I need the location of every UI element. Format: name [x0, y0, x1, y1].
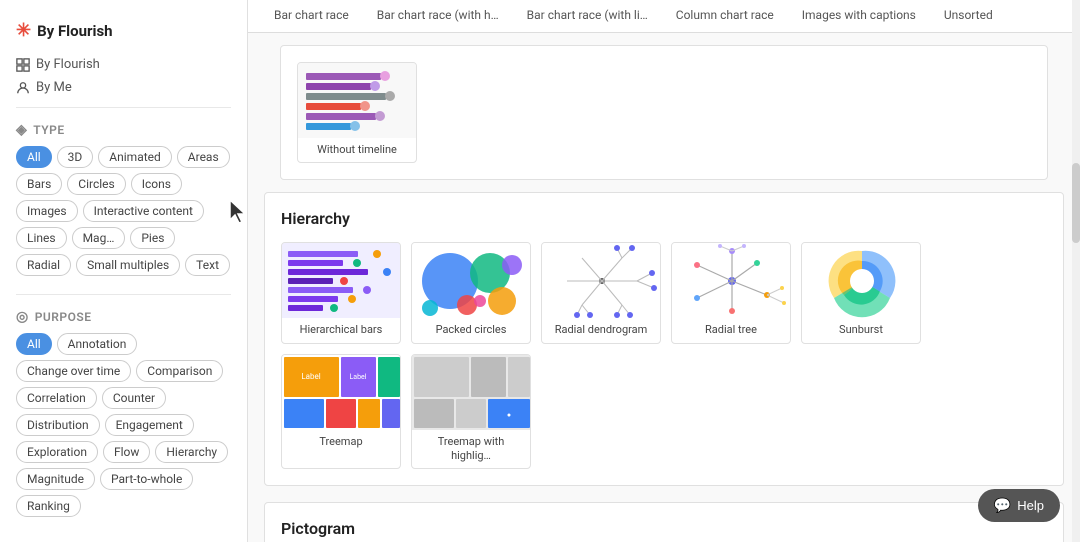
- type-tag-icons[interactable]: Icons: [131, 173, 182, 195]
- template-treemap-highlight[interactable]: ● Treemap with highlig…: [411, 354, 531, 470]
- hierarchy-section: Hierarchy: [264, 192, 1064, 486]
- purpose-tag-exploration[interactable]: Exploration: [16, 441, 98, 463]
- help-button[interactable]: 💬 Help: [978, 489, 1060, 522]
- template-sunburst[interactable]: Sunburst: [801, 242, 921, 343]
- thumb-packed-circles: [412, 243, 531, 318]
- flourish-logo[interactable]: ✳ By Flourish: [16, 20, 231, 41]
- type-filter-tags: All 3D Animated Areas Bars Circles Icons…: [16, 146, 231, 276]
- type-tag-pies[interactable]: Pies: [130, 227, 175, 249]
- purpose-tag-all[interactable]: All: [16, 333, 52, 355]
- template-thumb-without-timeline: [298, 63, 417, 138]
- purpose-filter-tags: All Annotation Change over time Comparis…: [16, 333, 231, 517]
- by-me-label: By Me: [36, 80, 72, 95]
- main-content: Bar chart race Bar chart race (with h… B…: [248, 0, 1080, 542]
- template-radial-dendrogram[interactable]: Radial dendrogram: [541, 242, 661, 343]
- nav-by-flourish[interactable]: By Flourish: [0, 53, 247, 76]
- top-section: Without timeline: [280, 45, 1048, 180]
- template-hierarchical-bars[interactable]: Hierarchical bars: [281, 242, 401, 343]
- hierarchy-title: Hierarchy: [281, 209, 1047, 228]
- type-tag-circles[interactable]: Circles: [67, 173, 125, 195]
- purpose-tag-magnitude[interactable]: Magnitude: [16, 468, 95, 490]
- type-tag-small-multiples[interactable]: Small multiples: [76, 254, 180, 276]
- tab-images-with-captions[interactable]: Images with captions: [788, 0, 930, 32]
- app-container: ✳ By Flourish By Flourish By Me ◈ Type A…: [0, 0, 1080, 542]
- thumb-treemap: Label Label: [282, 355, 401, 430]
- user-icon: [16, 81, 30, 95]
- help-icon: 💬: [994, 497, 1011, 514]
- tab-bar-chart-race[interactable]: Bar chart race: [260, 0, 363, 32]
- tab-bar-chart-race-h[interactable]: Bar chart race (with h…: [363, 0, 513, 32]
- thumb-radial-tree: [672, 243, 791, 318]
- purpose-tag-part-to-whole[interactable]: Part-to-whole: [100, 468, 193, 490]
- scrollbar-track: [1072, 0, 1080, 542]
- top-tabs-bar: Bar chart race Bar chart race (with h… B…: [248, 0, 1080, 33]
- tab-unsorted[interactable]: Unsorted: [930, 0, 1007, 32]
- label-hierarchical-bars: Hierarchical bars: [282, 318, 400, 342]
- template-without-timeline[interactable]: Without timeline: [297, 62, 417, 163]
- label-treemap-highlight: Treemap with highlig…: [412, 430, 530, 469]
- pictogram-section: Pictogram ★★★★★ ★★★★☆ ★★★☆☆ ★★☆☆☆ ★☆☆: [264, 502, 1064, 542]
- asterisk-icon: ✳: [16, 20, 31, 41]
- by-flourish-label: By Flourish: [36, 57, 100, 72]
- purpose-tag-hierarchy[interactable]: Hierarchy: [155, 441, 228, 463]
- content-area: Without timeline Hierarchy: [248, 45, 1080, 542]
- type-filter-section: ◈ Type All 3D Animated Areas Bars Circle…: [0, 116, 247, 286]
- type-tag-interactive[interactable]: Interactive content: [83, 200, 204, 222]
- sidebar-header: ✳ By Flourish: [0, 12, 247, 53]
- purpose-tag-comparison[interactable]: Comparison: [136, 360, 223, 382]
- template-radial-tree[interactable]: Radial tree: [671, 242, 791, 343]
- purpose-tag-flow[interactable]: Flow: [103, 441, 150, 463]
- template-packed-circles[interactable]: Packed circles: [411, 242, 531, 343]
- svg-text:●: ●: [507, 411, 511, 419]
- grid-icon: [16, 58, 30, 72]
- label-sunburst: Sunburst: [802, 318, 920, 342]
- purpose-filter-label: ◎ Purpose: [16, 309, 231, 325]
- type-tag-lines[interactable]: Lines: [16, 227, 67, 249]
- sidebar: ✳ By Flourish By Flourish By Me ◈ Type A…: [0, 0, 248, 542]
- thumb-treemap-highlight: ●: [412, 355, 531, 430]
- logo-label: By Flourish: [37, 22, 113, 40]
- type-tag-bars[interactable]: Bars: [16, 173, 62, 195]
- tab-bar-chart-race-l[interactable]: Bar chart race (with li…: [513, 0, 662, 32]
- sidebar-divider-2: [16, 294, 231, 295]
- type-tag-mag[interactable]: Mag…: [72, 227, 126, 249]
- tab-column-chart-race[interactable]: Column chart race: [662, 0, 788, 32]
- type-tag-radial[interactable]: Radial: [16, 254, 71, 276]
- help-label: Help: [1017, 498, 1044, 513]
- nav-by-me[interactable]: By Me: [0, 76, 247, 99]
- template-treemap[interactable]: Label Label Treemap: [281, 354, 401, 470]
- pictogram-title: Pictogram: [281, 519, 1047, 538]
- svg-text:Label: Label: [301, 372, 320, 381]
- type-filter-label: ◈ Type: [16, 122, 231, 138]
- purpose-tag-counter[interactable]: Counter: [102, 387, 166, 409]
- purpose-tag-ranking[interactable]: Ranking: [16, 495, 81, 517]
- purpose-tag-change-over-time[interactable]: Change over time: [16, 360, 131, 382]
- purpose-tag-engagement[interactable]: Engagement: [105, 414, 194, 436]
- type-tag-images[interactable]: Images: [16, 200, 78, 222]
- svg-text:Label: Label: [350, 373, 367, 381]
- label-radial-tree: Radial tree: [672, 318, 790, 342]
- purpose-tag-annotation[interactable]: Annotation: [57, 333, 138, 355]
- thumb-hierarchical-bars: [282, 243, 401, 318]
- label-treemap: Treemap: [282, 430, 400, 454]
- purpose-filter-section: ◎ Purpose All Annotation Change over tim…: [0, 303, 247, 527]
- hierarchy-templates-grid: Hierarchical bars: [281, 242, 1047, 469]
- thumb-sunburst: [802, 243, 921, 318]
- purpose-tag-distribution[interactable]: Distribution: [16, 414, 100, 436]
- type-tag-animated[interactable]: Animated: [98, 146, 171, 168]
- thumb-radial-dendrogram: [542, 243, 661, 318]
- type-tag-text[interactable]: Text: [185, 254, 230, 276]
- sidebar-divider: [16, 107, 231, 108]
- type-tag-all[interactable]: All: [16, 146, 52, 168]
- type-tag-areas[interactable]: Areas: [177, 146, 230, 168]
- purpose-tag-correlation[interactable]: Correlation: [16, 387, 97, 409]
- top-templates-grid: Without timeline: [297, 62, 1031, 163]
- scrollbar-thumb[interactable]: [1072, 163, 1080, 243]
- label-packed-circles: Packed circles: [412, 318, 530, 342]
- label-radial-dendrogram: Radial dendrogram: [542, 318, 660, 342]
- template-label-without-timeline: Without timeline: [298, 138, 416, 162]
- type-tag-3d[interactable]: 3D: [57, 146, 94, 168]
